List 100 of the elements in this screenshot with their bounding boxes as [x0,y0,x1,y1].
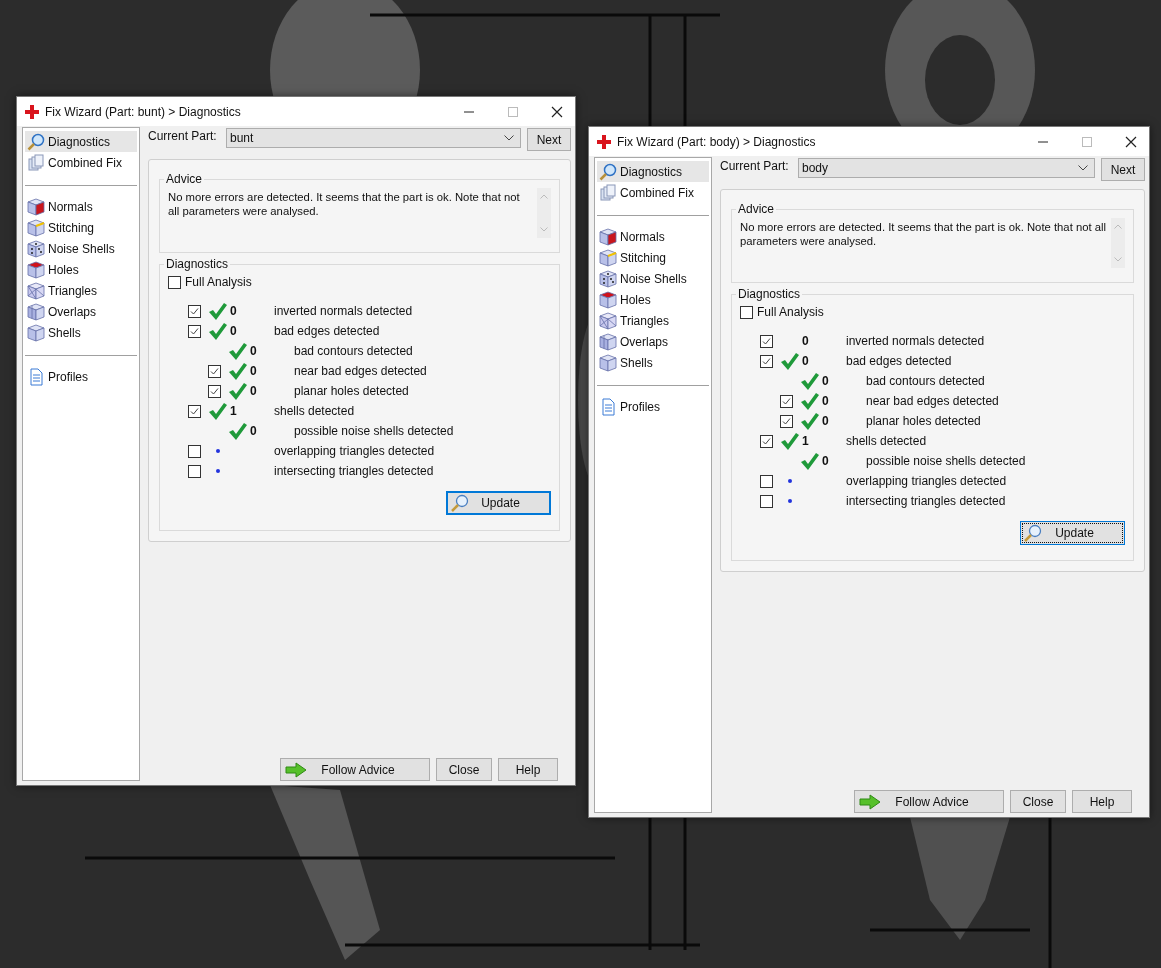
sidebar-item[interactable]: Diagnostics [597,161,709,182]
check-icon [209,302,227,320]
diagnostic-label: possible noise shells detected [294,424,454,438]
cube-icon [599,227,617,246]
full-analysis-checkbox[interactable]: Full Analysis [740,303,1125,321]
sidebar-item[interactable]: Shells [25,322,137,343]
sidebar-item[interactable]: Combined Fix [25,152,137,173]
checkbox[interactable] [760,474,773,488]
help-button[interactable]: Help [498,758,558,781]
checkbox[interactable] [208,384,221,398]
sidebar-item[interactable]: Normals [25,196,137,217]
sidebar-item[interactable]: Noise Shells [597,268,709,289]
sidebar-item[interactable]: Holes [597,289,709,310]
update-button[interactable]: Update [1020,521,1125,545]
cube-icon [599,311,617,330]
dot-icon [788,479,792,483]
close-button[interactable]: Close [1010,790,1066,813]
checkbox[interactable] [760,494,773,508]
sidebar-item[interactable]: Overlaps [597,331,709,352]
check-icon [229,342,247,360]
sidebar-item[interactable]: Profiles [597,396,709,417]
diagnostic-label: bad edges detected [274,324,380,338]
diagnostic-label: planar holes detected [294,384,409,398]
sidebar-item[interactable]: Diagnostics [25,131,137,152]
part-dropdown[interactable]: body [798,158,1095,178]
help-button[interactable]: Help [1072,790,1132,813]
check-icon [209,322,227,340]
checkbox[interactable] [188,464,201,478]
chevron-down-icon [1078,165,1088,171]
sidebar-item[interactable]: Holes [25,259,137,280]
diagnostic-label: bad contours detected [866,374,985,388]
count-value: 0 [802,354,809,368]
follow-advice-button[interactable]: Follow Advice [854,790,1004,813]
sidebar-item[interactable]: Triangles [25,280,137,301]
checkbox[interactable] [760,354,773,368]
chevron-down-icon [504,135,514,141]
cube-icon [27,260,45,279]
check-icon [229,422,247,440]
checkbox[interactable] [760,334,773,348]
cube-icon [27,239,45,258]
diagnostic-label: possible noise shells detected [866,454,1026,468]
count-value: 0 [822,374,829,388]
check-icon [229,362,247,380]
advice-text: No more errors are detected. It seems that the part is ok. Note that not all parameters were analysed. [168,190,521,219]
checkbox[interactable] [188,304,201,318]
checkbox[interactable] [188,324,201,338]
document-icon [599,397,617,416]
check-icon [801,412,819,430]
update-button[interactable]: Update [446,491,551,515]
follow-advice-button[interactable]: Follow Advice [280,758,430,781]
arrow-icon [859,793,881,810]
close-button[interactable]: Close [436,758,492,781]
cube-icon [599,332,617,351]
count-value: 0 [230,324,237,338]
next-button[interactable]: Next [527,128,571,151]
checkbox[interactable] [760,434,773,448]
magnifier-icon [450,494,470,512]
sidebar-item[interactable]: Combined Fix [597,182,709,203]
cube-icon [27,218,45,237]
check-icon [801,452,819,470]
group-title: Advice [737,202,776,216]
full-analysis-checkbox[interactable]: Full Analysis [168,273,551,291]
cube-icon [599,269,617,288]
advice-text: No more errors are detected. It seems that the part is ok. Note that not all parameters were analysed. [740,220,1107,249]
sidebar-item[interactable]: Profiles [25,366,137,387]
field-label: Current Part: [148,128,218,143]
diagnostic-label: overlapping triangles detected [846,474,1007,488]
sidebar-item[interactable]: Overlaps [25,301,137,322]
sidebar-item[interactable]: Stitching [25,217,137,238]
part-dropdown[interactable]: bunt [226,128,521,148]
sidebar-item[interactable]: Normals [597,226,709,247]
checkbox[interactable] [188,444,201,458]
count-value: 0 [250,384,257,398]
sidebar-item[interactable]: Stitching [597,247,709,268]
checkbox[interactable] [780,414,793,428]
cube-icon [27,281,45,300]
count-value: 0 [250,344,257,358]
cube-icon [599,248,617,267]
check-icon [801,372,819,390]
sidebar-item[interactable]: Triangles [597,310,709,331]
count-value: 0 [250,424,257,438]
dot-icon [788,499,792,503]
diagnostic-label: overlapping triangles detected [274,444,435,458]
document-icon [27,367,45,386]
app-cross-icon [25,104,39,119]
checkbox[interactable] [188,404,201,418]
close-icon[interactable] [551,105,563,118]
magnifier-icon [599,162,617,181]
close-icon[interactable] [1125,135,1137,148]
count-value: 1 [802,434,809,448]
checkbox[interactable] [208,364,221,378]
next-button[interactable]: Next [1101,158,1145,181]
check-icon [781,352,799,370]
checkbox[interactable] [780,394,793,408]
pages-icon [599,183,617,202]
diagnostic-label: near bad edges detected [866,394,999,408]
sidebar-item[interactable]: Shells [597,352,709,373]
sidebar-item[interactable]: Noise Shells [25,238,137,259]
window-title: Fix Wizard (Part: body) > Diagnostics [617,134,816,149]
group-title: Diagnostics [737,287,802,301]
